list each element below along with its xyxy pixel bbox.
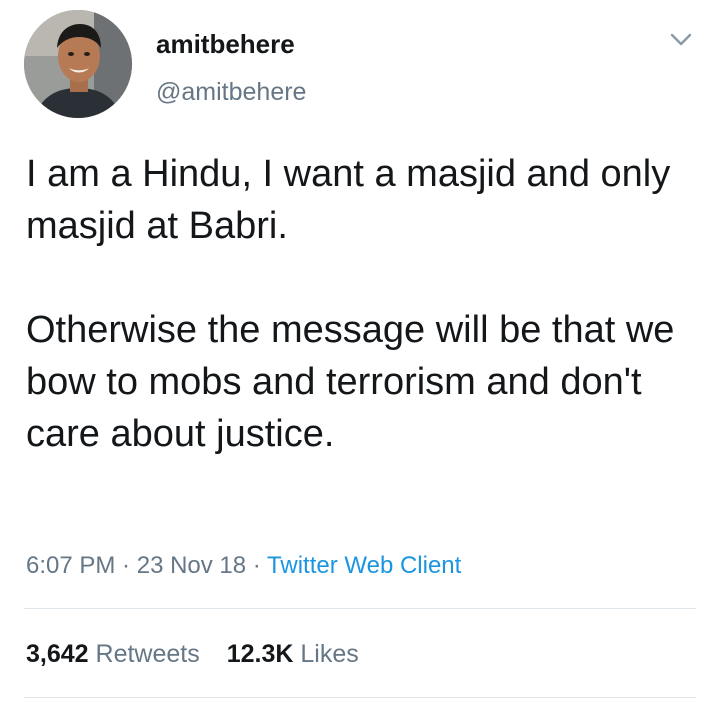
tweet-time[interactable]: 6:07 PM xyxy=(26,552,115,579)
retweets-count: 3,642 xyxy=(26,640,89,668)
retweets-label: Retweets xyxy=(95,640,200,668)
meta-separator: · xyxy=(115,552,137,579)
divider xyxy=(24,697,696,698)
tweet-text: I am a Hindu, I want a masjid and only m… xyxy=(26,148,696,460)
likes-label: Likes xyxy=(300,640,359,668)
tweet-date[interactable]: 23 Nov 18 xyxy=(137,552,246,579)
avatar[interactable] xyxy=(24,10,132,118)
user-handle[interactable]: @amitbehere xyxy=(156,76,306,108)
tweet-paragraph: I am a Hindu, I want a masjid and only m… xyxy=(26,153,671,247)
divider xyxy=(24,608,696,609)
tweet-stats: 3,642 Retweets 12.3K Likes xyxy=(26,638,379,670)
tweet-client-link[interactable]: Twitter Web Client xyxy=(267,552,461,579)
chevron-down-icon[interactable] xyxy=(668,26,694,52)
retweets-stat[interactable]: 3,642 Retweets xyxy=(26,638,200,670)
tweet-paragraph: Otherwise the message will be that we bo… xyxy=(26,309,675,455)
avatar-image xyxy=(24,10,132,118)
tweet-metadata: 6:07 PM · 23 Nov 18 · Twitter Web Client xyxy=(26,550,461,582)
likes-count: 12.3K xyxy=(226,640,294,668)
display-name[interactable]: amitbehere xyxy=(156,28,295,60)
likes-stat[interactable]: 12.3K Likes xyxy=(227,638,359,670)
meta-separator: · xyxy=(246,552,268,579)
tweet-card: amitbehere @amitbehere I am a Hindu, I w… xyxy=(0,0,720,702)
